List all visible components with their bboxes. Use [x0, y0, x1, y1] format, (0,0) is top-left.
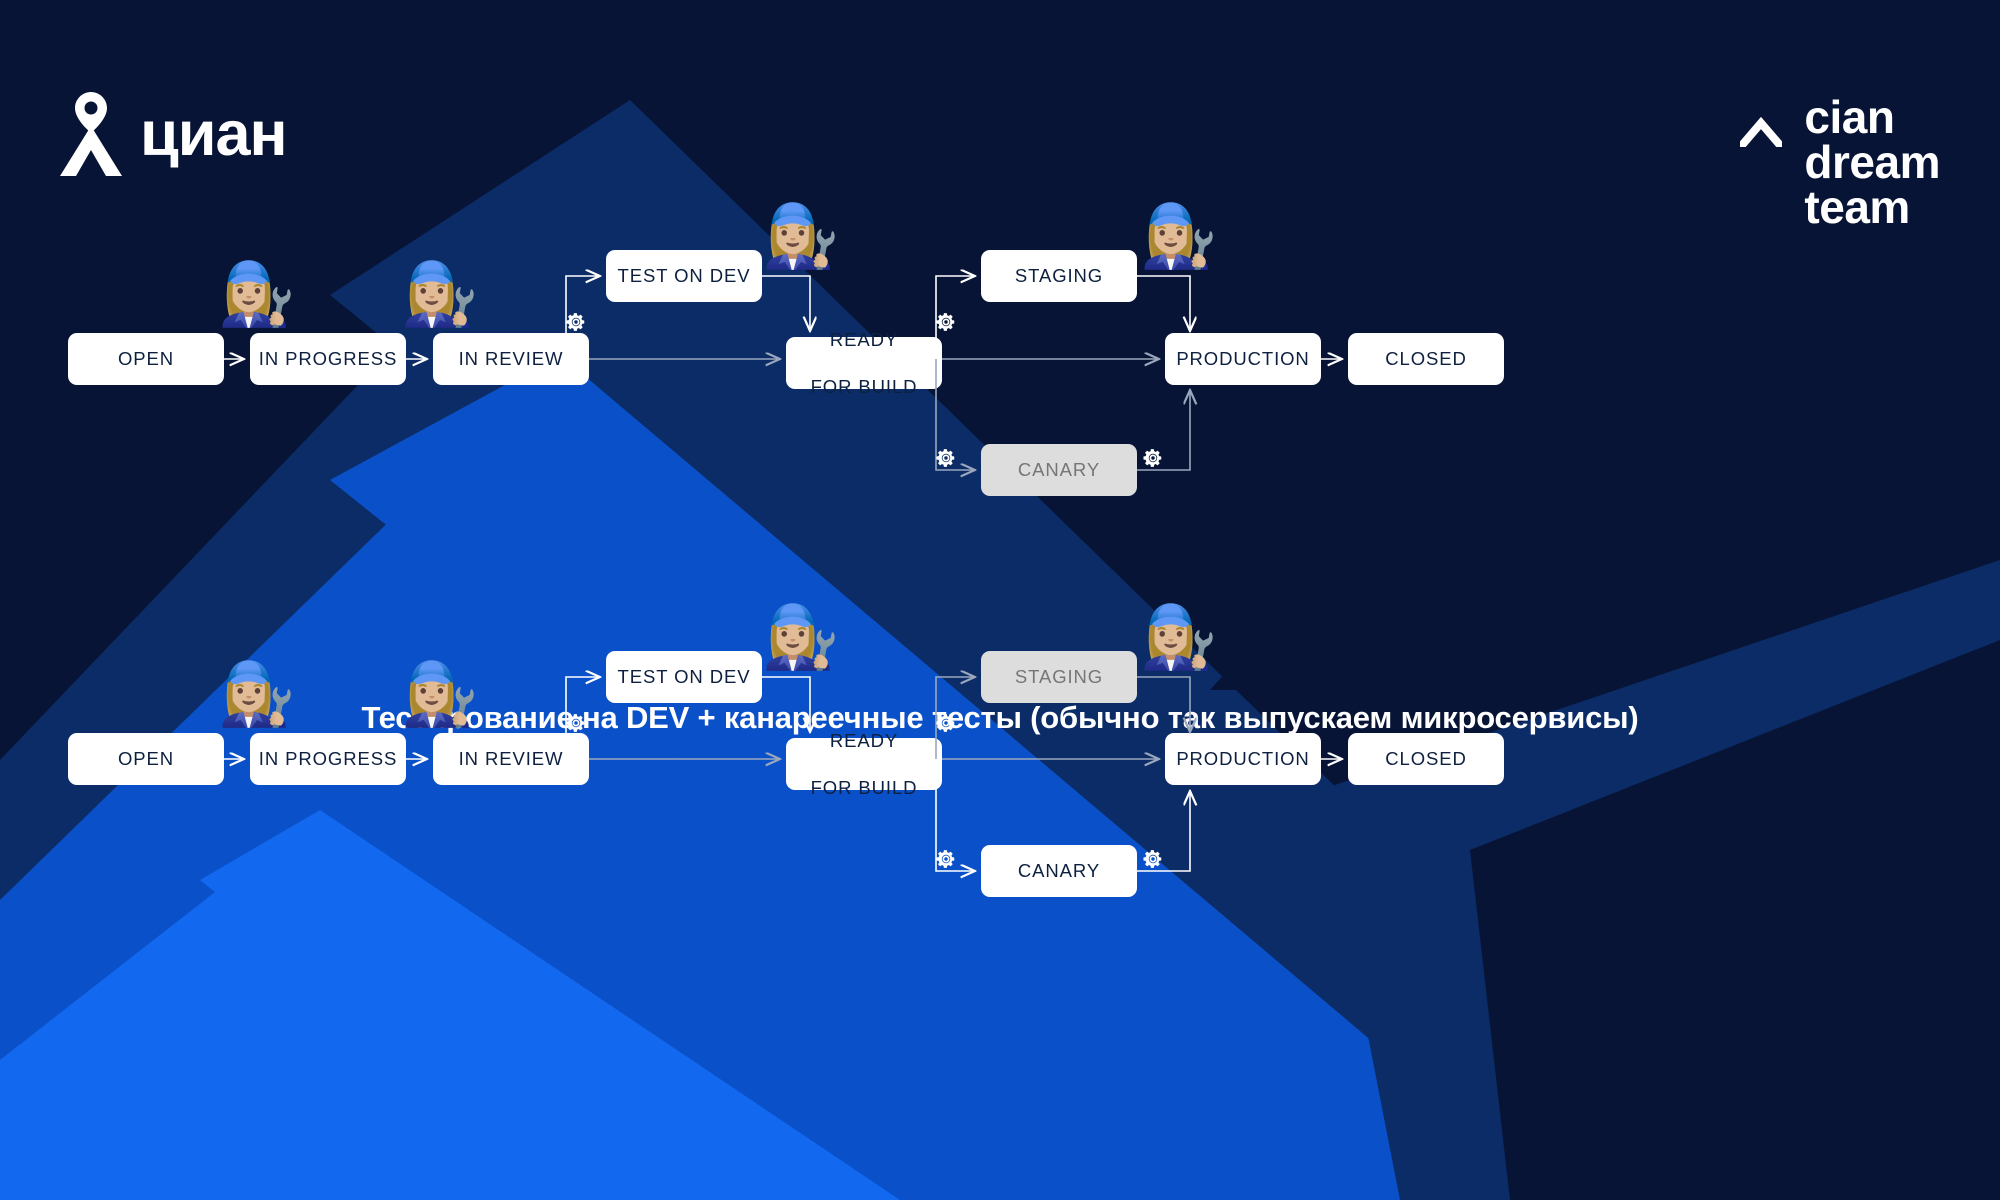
node-pipeline-bottom-in-progress[interactable]: IN PROGRESS: [250, 733, 406, 785]
cian-dream-team-logo: cian dream team: [1740, 91, 1940, 234]
node-label-line: IN REVIEW: [458, 748, 564, 770]
node-label-line: PRODUCTION: [1176, 348, 1310, 370]
node-label-line: IN PROGRESS: [258, 348, 398, 370]
mechanic-emoji-pipeline-bottom-w-in-progress: 👩🏼‍🔧: [218, 657, 296, 730]
gear-icon-pipeline-bottom-g-canary-out[interactable]: [1142, 848, 1164, 870]
node-pipeline-bottom-ready[interactable]: READY FOR BUILD: [786, 730, 942, 798]
cdt-line-1: cian: [1804, 91, 1895, 143]
node-pipeline-bottom-staging[interactable]: STAGING: [981, 651, 1137, 703]
gear-icon-pipeline-top-g-canary-out[interactable]: [1142, 447, 1164, 469]
node-label-line: CANARY: [1017, 459, 1101, 481]
mechanic-emoji-pipeline-top-w-in-progress: 👩🏼‍🔧: [218, 257, 296, 330]
cian-wordmark: циан: [140, 98, 288, 169]
node-label-line: IN PROGRESS: [258, 748, 398, 770]
node-label-line: FOR BUILD: [810, 375, 918, 397]
node-pipeline-top-test-on-dev[interactable]: TEST ON DEV: [606, 250, 762, 302]
node-label-line: CLOSED: [1385, 348, 1467, 370]
node-label-line: OPEN: [117, 348, 175, 370]
node-pipeline-bottom-canary[interactable]: CANARY: [981, 845, 1137, 897]
node-pipeline-bottom-test-on-dev[interactable]: TEST ON DEV: [606, 651, 762, 703]
node-label-line: IN REVIEW: [458, 348, 564, 370]
node-label-line: CLOSED: [1385, 748, 1467, 770]
node-pipeline-top-in-progress[interactable]: IN PROGRESS: [250, 333, 406, 385]
node-label-line: TEST ON DEV: [617, 666, 751, 688]
gear-icon-pipeline-bottom-g-dev-branch[interactable]: [565, 712, 587, 734]
node-label-line: OPEN: [117, 748, 175, 770]
node-pipeline-bottom-in-review[interactable]: IN REVIEW: [433, 733, 589, 785]
node-pipeline-bottom-production[interactable]: PRODUCTION: [1165, 733, 1321, 785]
node-pipeline-top-ready[interactable]: READY FOR BUILD: [786, 329, 942, 397]
node-pipeline-top-closed[interactable]: CLOSED: [1348, 333, 1504, 385]
node-label-line: TEST ON DEV: [617, 265, 751, 287]
node-pipeline-top-canary[interactable]: CANARY: [981, 444, 1137, 496]
node-pipeline-top-staging[interactable]: STAGING: [981, 250, 1137, 302]
node-pipeline-bottom-open[interactable]: OPEN: [68, 733, 224, 785]
node-label-line: CANARY: [1017, 860, 1101, 882]
node-pipeline-top-in-review[interactable]: IN REVIEW: [433, 333, 589, 385]
node-label-line: READY: [829, 328, 899, 350]
cdt-line-3: team: [1804, 181, 1910, 234]
background-graphic: [0, 0, 2000, 1200]
gear-icon-pipeline-top-g-stage-branch[interactable]: [935, 311, 957, 333]
gear-icon-pipeline-bottom-g-canary-in[interactable]: [935, 848, 957, 870]
mechanic-emoji-pipeline-bottom-w-in-review: 👩🏼‍🔧: [401, 657, 479, 730]
node-label-line: STAGING: [1014, 666, 1104, 688]
node-pipeline-top-open[interactable]: OPEN: [68, 333, 224, 385]
node-pipeline-top-production[interactable]: PRODUCTION: [1165, 333, 1321, 385]
node-label-line: PRODUCTION: [1176, 748, 1310, 770]
cian-pin-icon: [60, 92, 122, 176]
section-caption: Тестирование на DEV + канареечные тесты …: [361, 700, 1639, 735]
gear-icon-pipeline-top-g-canary-in[interactable]: [935, 447, 957, 469]
node-pipeline-bottom-closed[interactable]: CLOSED: [1348, 733, 1504, 785]
mechanic-emoji-pipeline-top-w-ready: 👩🏼‍🔧: [762, 199, 840, 272]
gear-icon-pipeline-top-g-dev-branch[interactable]: [565, 311, 587, 333]
mechanic-emoji-pipeline-top-w-production: 👩🏼‍🔧: [1140, 199, 1218, 272]
cdt-line-2: dream: [1804, 136, 1940, 189]
gear-icon-pipeline-bottom-g-stage-branch[interactable]: [935, 712, 957, 734]
cian-logo: циан: [60, 92, 288, 176]
chevron-up-icon: [1740, 117, 1783, 147]
mechanic-emoji-pipeline-bottom-w-ready: 👩🏼‍🔧: [762, 600, 840, 673]
mechanic-emoji-pipeline-top-w-in-review: 👩🏼‍🔧: [401, 257, 479, 330]
mechanic-emoji-pipeline-bottom-w-production: 👩🏼‍🔧: [1140, 600, 1218, 673]
node-label-line: STAGING: [1014, 265, 1104, 287]
node-label-line: FOR BUILD: [810, 776, 918, 798]
